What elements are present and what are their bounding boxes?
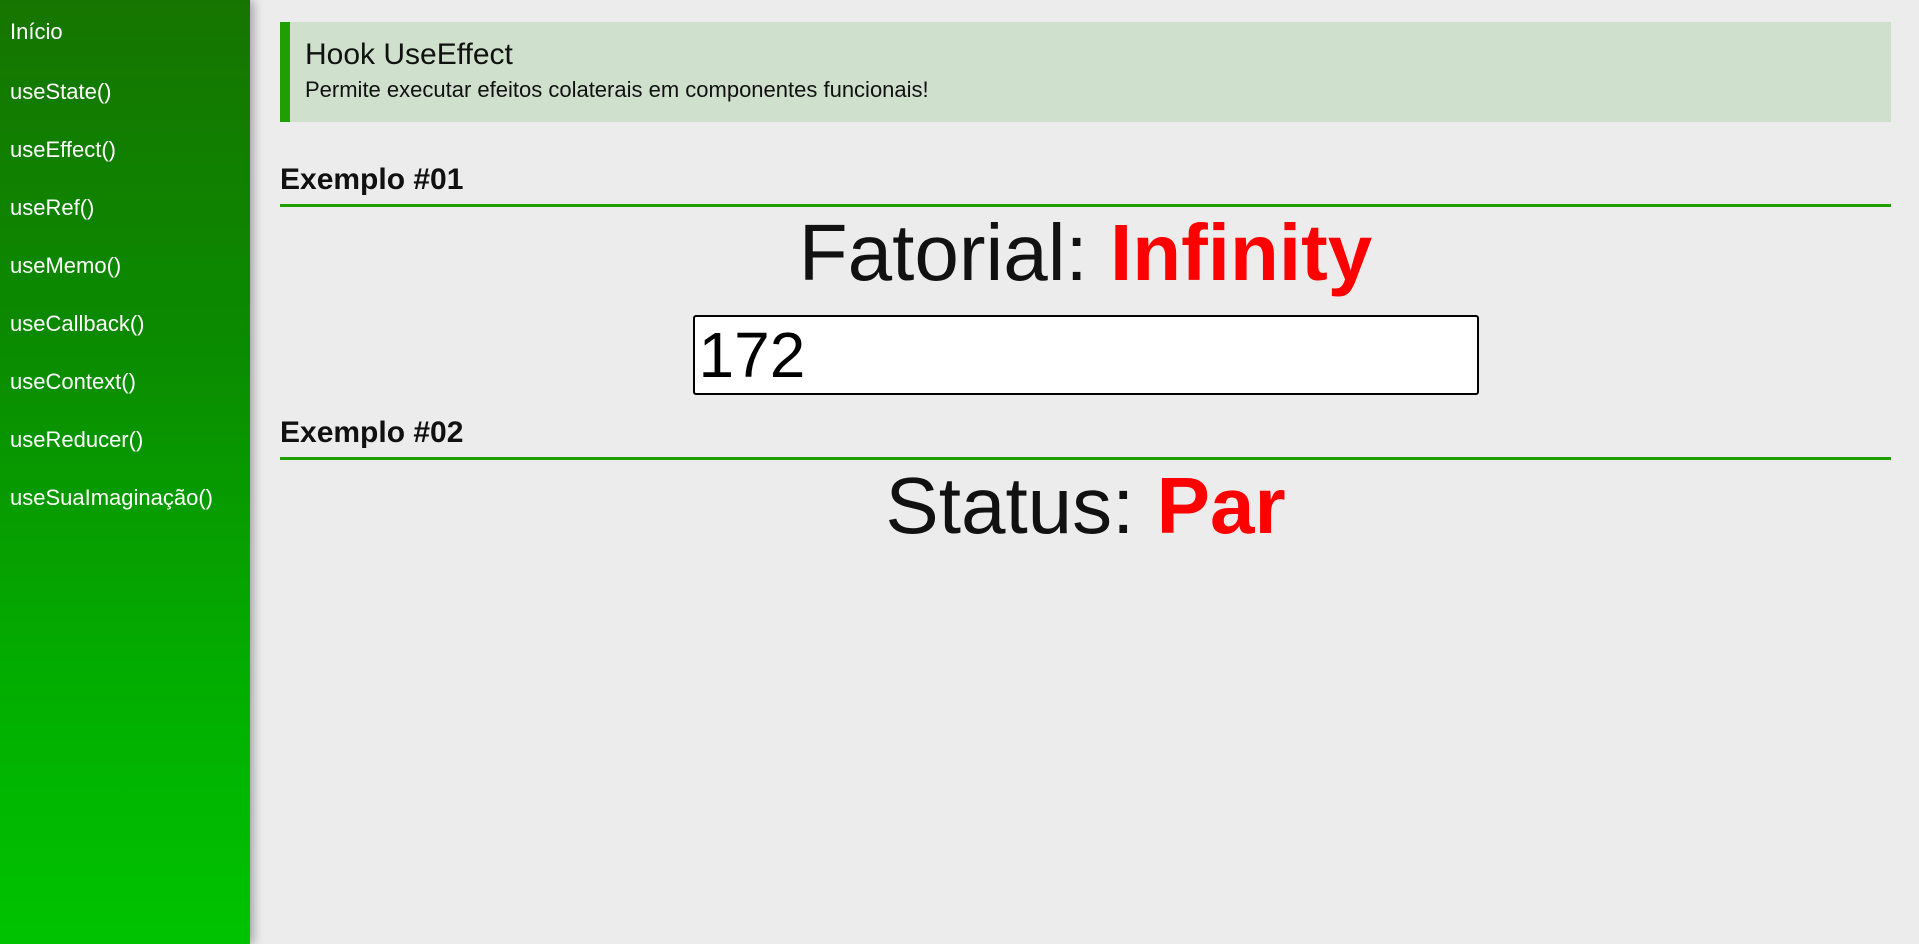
sidebar-item-usememo[interactable]: useMemo(): [0, 234, 250, 292]
page-title: Hook UseEffect: [305, 38, 513, 71]
example-1-title: Exemplo #01: [280, 162, 1891, 207]
main-content: Hook UseEffect Permite executar efeitos …: [280, 0, 1891, 552]
status-value: Par: [1156, 461, 1286, 550]
factorial-value: Infinity: [1110, 208, 1373, 297]
number-input[interactable]: [692, 315, 1479, 395]
example-2-section: Exemplo #02 Status: Par: [280, 415, 1891, 552]
status-label: Status:: [885, 461, 1157, 550]
status-display: Status: Par: [280, 460, 1891, 552]
example-2-title: Exemplo #02: [280, 415, 1891, 460]
app: Início useState() useEffect() useRef() u…: [0, 0, 1919, 944]
sidebar: Início useState() useEffect() useRef() u…: [0, 0, 250, 944]
factorial-display: Fatorial: Infinity: [280, 207, 1891, 299]
sidebar-item-usereducer[interactable]: useReducer(): [0, 408, 250, 466]
page-subtitle: Permite executar efeitos colaterais em c…: [305, 77, 929, 102]
sidebar-item-usesuaimaginacao[interactable]: useSuaImaginação(): [0, 466, 250, 524]
sidebar-item-useeffect[interactable]: useEffect(): [0, 118, 250, 176]
factorial-label: Fatorial:: [798, 208, 1111, 297]
sidebar-item-usecontext[interactable]: useContext(): [0, 350, 250, 408]
number-input-wrap: [280, 315, 1891, 395]
sidebar-item-inicio[interactable]: Início: [0, 0, 250, 60]
sidebar-nav: Início useState() useEffect() useRef() u…: [0, 0, 250, 524]
sidebar-item-usecallback[interactable]: useCallback(): [0, 292, 250, 350]
sidebar-item-useref[interactable]: useRef(): [0, 176, 250, 234]
page-header: Hook UseEffect Permite executar efeitos …: [280, 22, 1891, 122]
sidebar-item-usestate[interactable]: useState(): [0, 60, 250, 118]
example-1-section: Exemplo #01 Fatorial: Infinity: [280, 162, 1891, 395]
